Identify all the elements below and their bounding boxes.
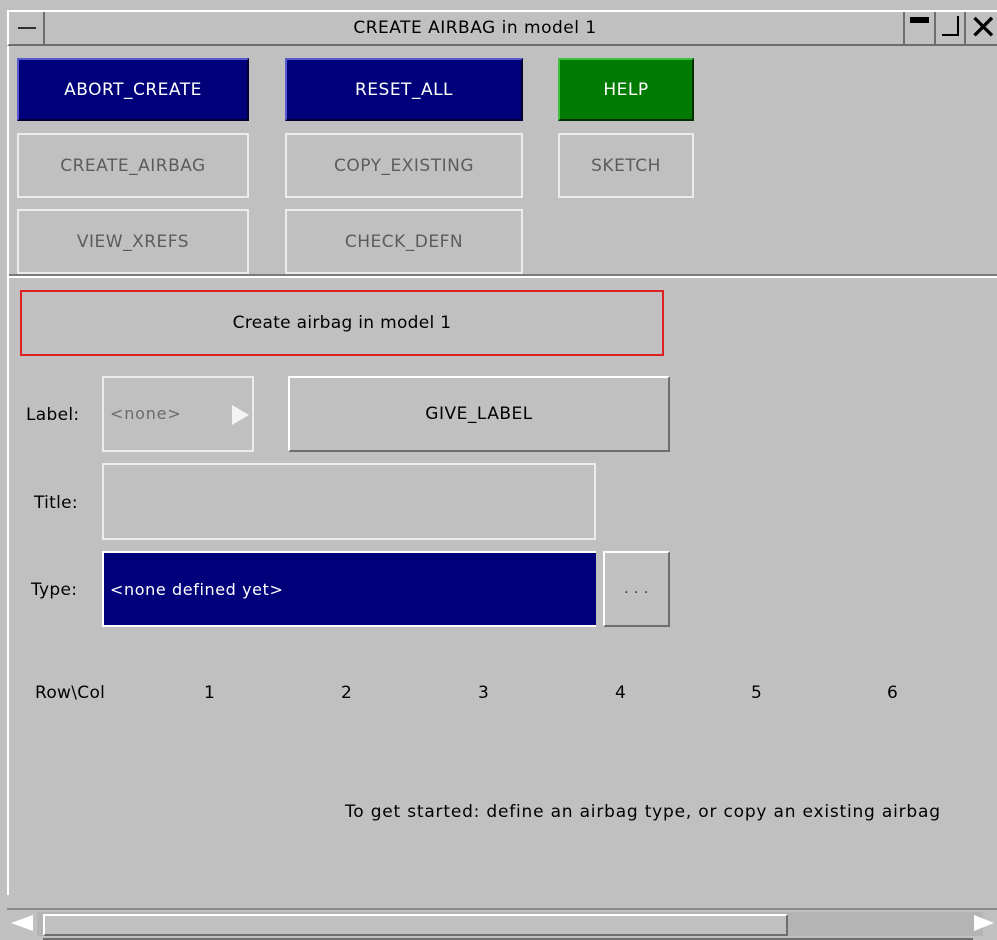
sketch-button[interactable]: SKETCH bbox=[558, 133, 694, 198]
title-caption: Title: bbox=[34, 493, 78, 513]
type-more-button[interactable]: . . . bbox=[603, 551, 670, 627]
type-selector[interactable]: <none defined yet> bbox=[102, 551, 596, 627]
window-menu-icon bbox=[18, 27, 36, 29]
getting-started-hint: To get started: define an airbag type, o… bbox=[345, 802, 941, 822]
window-menu-button[interactable] bbox=[9, 12, 45, 44]
column-header-1: 1 bbox=[204, 683, 216, 703]
type-caption: Type: bbox=[31, 580, 78, 600]
column-header-2: 2 bbox=[341, 683, 353, 703]
copy-existing-button[interactable]: COPY_EXISTING bbox=[285, 133, 523, 198]
reset-all-button[interactable]: RESET_ALL bbox=[285, 58, 523, 121]
title-input[interactable] bbox=[102, 463, 596, 540]
help-button[interactable]: HELP bbox=[558, 58, 694, 121]
dropdown-arrow-icon[interactable] bbox=[232, 405, 249, 425]
create-airbag-button[interactable]: CREATE_AIRBAG bbox=[17, 133, 249, 198]
row-col-header: Row\Col bbox=[35, 683, 106, 703]
column-header-6: 6 bbox=[887, 683, 899, 703]
title-bar[interactable]: CREATE AIRBAG in model 1 ✕ bbox=[7, 8, 997, 48]
panel-separator bbox=[9, 274, 997, 278]
close-button[interactable]: ✕ bbox=[966, 8, 997, 48]
view-xrefs-button[interactable]: VIEW_XREFS bbox=[17, 209, 249, 274]
close-icon: ✕ bbox=[969, 8, 997, 48]
type-value: <none defined yet> bbox=[110, 580, 284, 599]
minimize-icon bbox=[910, 17, 929, 23]
label-caption: Label: bbox=[26, 405, 80, 425]
give-label-button[interactable]: GIVE_LABEL bbox=[288, 376, 670, 452]
column-header-4: 4 bbox=[615, 683, 627, 703]
scroll-right-icon[interactable] bbox=[972, 910, 997, 938]
minimize-button[interactable] bbox=[906, 12, 936, 44]
window-frame-left bbox=[7, 10, 9, 895]
abort-create-button[interactable]: ABORT_CREATE bbox=[17, 58, 249, 121]
column-header-5: 5 bbox=[751, 683, 763, 703]
maximize-icon bbox=[942, 16, 959, 36]
airbag-create-window: CREATE AIRBAG in model 1 ✕ ABORT_CREATE … bbox=[0, 0, 997, 940]
form-header: Create airbag in model 1 bbox=[20, 290, 664, 356]
scroll-left-icon[interactable] bbox=[7, 910, 37, 938]
check-defn-button[interactable]: CHECK_DEFN bbox=[285, 209, 523, 274]
maximize-button[interactable] bbox=[936, 12, 966, 44]
scrollbar-thumb[interactable] bbox=[43, 914, 788, 936]
window-title: CREATE AIRBAG in model 1 bbox=[47, 12, 905, 44]
column-header-3: 3 bbox=[478, 683, 490, 703]
label-selector[interactable]: <none> bbox=[102, 376, 254, 452]
label-value: <none> bbox=[110, 404, 182, 423]
horizontal-scrollbar[interactable] bbox=[7, 908, 997, 940]
